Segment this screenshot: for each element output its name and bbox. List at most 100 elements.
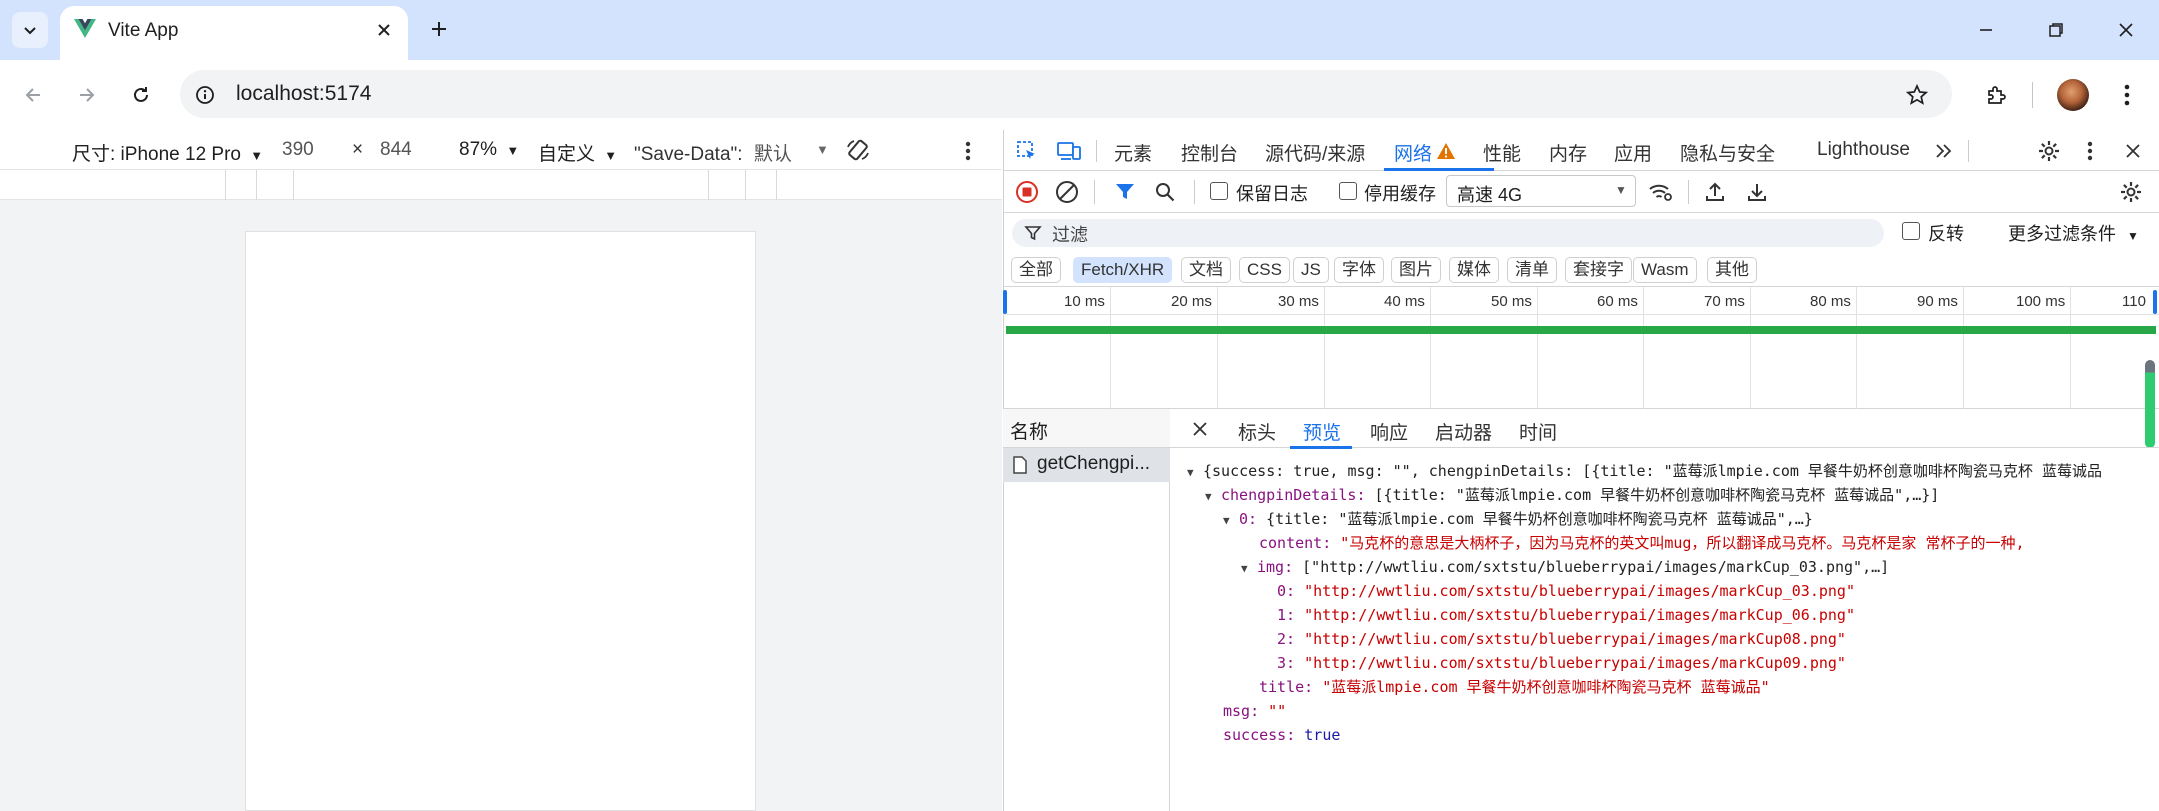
tab-lighthouse[interactable]: Lighthouse [1817, 139, 1910, 161]
close-devtools-button[interactable] [2118, 136, 2148, 166]
json-img-item-row: 0: "http://wwtliu.com/sxtstu/blueberrypa… [1277, 580, 1855, 602]
json-img-row[interactable]: ▼ img: ["http://wwtliu.com/sxtstu/blueber… [1241, 556, 1889, 578]
dpr-select[interactable]: 自定义 ▼ [538, 139, 617, 166]
chip-media[interactable]: 媒体 [1449, 257, 1499, 283]
tab-memory[interactable]: 内存 [1549, 139, 1587, 166]
export-har-button[interactable] [1742, 177, 1772, 207]
search-button[interactable] [1150, 177, 1180, 207]
tab-network-label: 网络 [1394, 144, 1433, 165]
request-waterfall-bar [1006, 326, 2156, 334]
name-column-header[interactable]: 名称 [1003, 409, 1170, 448]
tab-network[interactable]: 网络 [1384, 131, 1494, 171]
chip-wasm[interactable]: Wasm [1633, 257, 1697, 283]
throttling-select[interactable]: 高速 4G ▼ [1446, 175, 1636, 207]
json-item-row[interactable]: ▼ 0: {title: "蓝莓派lmpie.com 早餐牛奶杯创意咖啡杯陶瓷马克… [1223, 508, 1813, 530]
json-string-value: "http://wwtliu.com/sxtstu/blueberrypai/i… [1304, 606, 1855, 624]
close-detail-button[interactable] [1186, 415, 1214, 443]
chip-font[interactable]: 字体 [1334, 257, 1384, 283]
star-icon [1906, 84, 1928, 105]
chip-css[interactable]: CSS [1239, 257, 1290, 283]
url-text[interactable]: localhost:5174 [236, 82, 371, 106]
back-button[interactable] [16, 78, 50, 112]
network-settings-button[interactable] [2116, 177, 2146, 207]
json-root-row[interactable]: ▼ {success: true, msg: "", chengpinDetail… [1187, 460, 2102, 482]
chip-all[interactable]: 全部 [1011, 257, 1061, 283]
json-success-row: success: true [1223, 724, 1340, 746]
json-key: content: [1259, 534, 1332, 552]
timeline-selection-handle-right[interactable] [2153, 290, 2157, 314]
clear-button[interactable] [1052, 177, 1082, 207]
restore-button[interactable] [2038, 16, 2074, 44]
tab-privacy-security[interactable]: 隐私与安全 [1680, 139, 1775, 166]
invert-checkbox[interactable] [1902, 222, 1920, 240]
chip-manifest[interactable]: 清单 [1507, 257, 1557, 283]
height-input[interactable]: 844 [380, 139, 412, 161]
network-conditions-button[interactable] [1646, 177, 1676, 207]
chip-doc[interactable]: 文档 [1181, 257, 1231, 283]
chip-other[interactable]: 其他 [1707, 257, 1757, 283]
rotate-button[interactable] [842, 134, 874, 166]
chip-img[interactable]: 图片 [1391, 257, 1441, 283]
width-input[interactable]: 390 [282, 139, 314, 161]
phone-screen[interactable] [245, 231, 756, 811]
tab-preview[interactable]: 预览 [1290, 410, 1352, 449]
forward-button[interactable] [70, 78, 104, 112]
tab-application[interactable]: 应用 [1614, 139, 1652, 166]
browser-menu-button[interactable] [2112, 78, 2142, 112]
tab-timing[interactable]: 时间 [1519, 418, 1557, 445]
filter-input[interactable] [1012, 219, 1884, 247]
filter-toggle-button[interactable] [1110, 177, 1140, 207]
device-select[interactable]: 尺寸: iPhone 12 Pro ▼ [72, 139, 263, 166]
filter-placeholder: 过滤 [1052, 225, 1088, 245]
preserve-log-checkbox[interactable] [1210, 182, 1228, 200]
json-string-value: "蓝莓派lmpie.com 早餐牛奶杯创意咖啡杯陶瓷马克杯 蓝莓诚品" [1322, 678, 1770, 696]
close-tab-button[interactable] [372, 18, 396, 42]
disable-cache-checkbox[interactable] [1339, 182, 1357, 200]
wifi-settings-icon [1649, 184, 1672, 201]
new-tab-button[interactable] [424, 14, 454, 44]
ruler-divider [293, 170, 294, 200]
minimize-button[interactable] [1968, 16, 2004, 44]
tab-initiator[interactable]: 启动器 [1435, 418, 1492, 445]
profile-avatar[interactable] [2057, 79, 2089, 111]
more-tabs-button[interactable] [1930, 137, 1958, 165]
devtools-menu-button[interactable] [2078, 136, 2102, 166]
site-info-button[interactable] [190, 80, 220, 110]
tab-elements[interactable]: 元素 [1114, 139, 1152, 166]
name-column-label: 名称 [1010, 422, 1049, 443]
bookmark-button[interactable] [1900, 80, 1934, 110]
tab-response[interactable]: 响应 [1370, 418, 1408, 445]
json-key: success: [1223, 726, 1296, 744]
more-filters-dropdown[interactable]: 更多过滤条件 ▼ [2008, 220, 2139, 246]
ruler-divider [708, 170, 709, 200]
extensions-button[interactable] [1978, 78, 2014, 112]
stop-recording-button[interactable] [1012, 177, 1042, 207]
address-bar[interactable] [180, 70, 1952, 118]
chip-js[interactable]: JS [1293, 257, 1329, 283]
json-chengpin-row[interactable]: ▼ chengpinDetails: [{title: "蓝莓派lmpie.com… [1205, 484, 1939, 506]
import-har-button[interactable] [1700, 177, 1730, 207]
tab-console[interactable]: 控制台 [1181, 139, 1238, 166]
dropdown-arrow-icon: ▼ [1615, 183, 1627, 197]
tab-sources[interactable]: 源代码/来源 [1265, 139, 1365, 166]
disable-cache-label: 停用缓存 [1364, 184, 1436, 204]
inspect-element-button[interactable] [1012, 137, 1042, 165]
timeline-selection-handle-left[interactable] [1003, 290, 1007, 314]
request-row[interactable]: getChengpi... [1003, 448, 1170, 482]
tab-search-button[interactable] [12, 12, 48, 48]
chip-socket[interactable]: 套接字 [1565, 257, 1632, 283]
more-filters-label: 更多过滤条件 [2008, 224, 2116, 244]
tab-headers[interactable]: 标头 [1238, 418, 1276, 445]
arrow-right-icon [80, 88, 95, 102]
save-data-select[interactable]: "Save-Data": 默认 ▼ [634, 139, 830, 166]
close-window-button[interactable] [2108, 16, 2144, 44]
device-options-button[interactable] [954, 136, 982, 166]
tab-performance[interactable]: 性能 [1483, 139, 1521, 166]
device-mode-button[interactable] [1052, 137, 1086, 165]
reload-button[interactable] [124, 78, 158, 112]
expand-triangle-icon: ▼ [1223, 514, 1230, 527]
zoom-select[interactable]: 87% ▼ [459, 139, 519, 161]
devtools-settings-button[interactable] [2034, 136, 2064, 166]
chip-fetch-xhr[interactable]: Fetch/XHR [1073, 257, 1173, 283]
timeline-gridline [1324, 287, 1325, 409]
